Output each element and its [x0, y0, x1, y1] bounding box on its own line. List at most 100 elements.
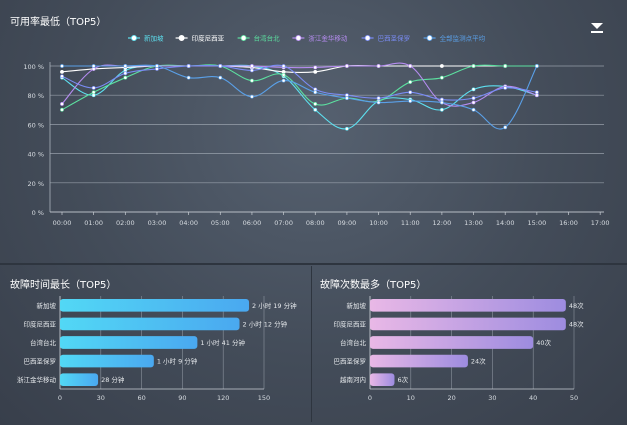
x-tick-label: 11:00	[401, 219, 420, 227]
value-label: 2 小时 19 分钟	[252, 301, 297, 310]
legend-item-0[interactable]: 新加坡	[128, 34, 164, 43]
data-point	[313, 102, 318, 106]
value-label: 6次	[397, 375, 408, 384]
x-tick-label: 60	[137, 394, 145, 402]
category-label: 越南河内	[340, 375, 366, 384]
data-point	[281, 72, 286, 77]
category-label: 印度尼西亚	[24, 319, 57, 328]
data-point	[218, 75, 223, 80]
data-point	[123, 64, 128, 68]
data-point	[345, 96, 349, 101]
data-point	[471, 64, 476, 68]
x-tick-label: 06:00	[243, 219, 262, 227]
y-tick-label: 0 %	[32, 209, 44, 217]
data-point	[408, 90, 413, 95]
legend-label: 印度尼西亚	[192, 34, 225, 43]
data-point	[439, 75, 444, 80]
availability-line-chart: 0 % 20 % 40 % 60 % 80 % 100 % 00:00 01:00 02:00 0…	[23, 22, 610, 227]
category-label: 新加坡	[37, 301, 57, 310]
legend-item-4[interactable]: 巴西圣保罗	[361, 34, 411, 43]
x-tick-label: 30	[488, 394, 496, 402]
x-tick-label: 13:00	[464, 219, 483, 227]
y-tick-label: 20 %	[27, 180, 44, 188]
y-tick-label: 80 %	[27, 92, 44, 100]
data-point	[60, 102, 64, 106]
data-point	[439, 107, 444, 112]
value-label: 48次	[569, 301, 584, 310]
x-tick-label: 02:00	[116, 219, 135, 227]
category-label: 新加坡	[347, 301, 367, 310]
legend-label: 新加坡	[144, 34, 164, 43]
data-point	[91, 86, 96, 90]
data-point	[471, 107, 476, 112]
legend-label: 浙江金华移动	[308, 34, 348, 43]
legend-item-5[interactable]: 全部监测点平均	[423, 34, 486, 43]
legend-marker	[178, 35, 185, 41]
category-label: 台湾台北	[30, 338, 57, 347]
data-point	[60, 69, 64, 74]
x-tick-label: 03:00	[148, 219, 167, 227]
x-tick-label: 07:00	[274, 219, 293, 227]
data-point	[91, 64, 96, 68]
data-point	[313, 69, 318, 74]
data-point	[60, 64, 64, 68]
legend-label: 台湾台北	[254, 34, 281, 43]
category-label: 巴西圣保罗	[334, 357, 367, 366]
bar[interactable]	[60, 354, 154, 368]
bar[interactable]	[60, 373, 99, 387]
bar[interactable]	[370, 336, 534, 349]
x-tick-label: 150	[258, 394, 270, 402]
x-tick-label: 10:00	[369, 219, 388, 227]
legend-label: 巴西圣保罗	[378, 34, 411, 43]
bar[interactable]	[370, 298, 566, 312]
y-tick-label: 60 %	[27, 121, 44, 129]
x-tick-label: 17:00	[591, 219, 610, 227]
x-tick-label: 120	[217, 394, 229, 402]
data-point	[60, 74, 64, 79]
download-icon[interactable]	[591, 22, 603, 34]
category-label: 印度尼西亚	[334, 319, 367, 328]
value-label: 2 小时 12 分钟	[243, 319, 288, 328]
bar[interactable]	[60, 336, 198, 349]
horizontal-divider	[0, 263, 627, 265]
legend-marker	[240, 35, 247, 41]
data-point	[250, 94, 254, 99]
downtime-bar-chart: 0 30 60 90 120 150 新加坡 2 小时 19 分钟印度尼西亚 2 小时 12 分…	[17, 296, 297, 402]
data-point	[408, 99, 413, 103]
data-point	[186, 64, 191, 68]
data-point	[471, 96, 476, 101]
x-tick-label: 0	[58, 394, 62, 402]
value-label: 1 小时 41 分钟	[200, 338, 245, 347]
data-point	[60, 107, 64, 112]
data-point	[439, 64, 444, 68]
x-tick-label: 40	[529, 394, 537, 402]
x-tick-label: 08:00	[306, 219, 325, 227]
value-label: 1 小时 9 分钟	[157, 357, 198, 366]
x-tick-label: 30	[97, 394, 105, 402]
data-point	[408, 64, 413, 68]
data-point	[186, 75, 191, 80]
value-label: 40次	[536, 338, 551, 347]
data-point	[313, 65, 318, 70]
bar[interactable]	[60, 317, 240, 331]
legend-label: 全部监测点平均	[440, 34, 486, 43]
legend-marker	[131, 35, 137, 41]
data-point	[123, 75, 128, 80]
bar[interactable]	[370, 373, 395, 387]
data-point	[376, 96, 381, 101]
data-point	[345, 126, 349, 131]
legend-item-3[interactable]: 浙江金华移动	[292, 34, 348, 43]
legend-item-1[interactable]: 印度尼西亚	[175, 34, 225, 43]
bar[interactable]	[370, 354, 468, 368]
data-point	[471, 100, 476, 105]
failure-count-panel: 故障次数最多（TOP5） 0 10 20 30 40 50 新加坡 48次 印度尼西亚 48次 台湾…	[316, 268, 621, 420]
bar[interactable]	[370, 317, 566, 331]
value-label: 28 分钟	[101, 375, 125, 384]
x-tick-label: 14:00	[496, 219, 515, 227]
downtime-panel: 故障时间最长（TOP5） 0 30 60 90 120 150 新加坡 2 小时 19 分钟印…	[6, 268, 311, 420]
x-tick-label: 05:00	[211, 219, 230, 227]
legend-item-2[interactable]: 台湾台北	[237, 34, 281, 43]
category-label: 台湾台北	[340, 338, 367, 347]
bar[interactable]	[60, 298, 250, 312]
data-point	[155, 64, 159, 68]
